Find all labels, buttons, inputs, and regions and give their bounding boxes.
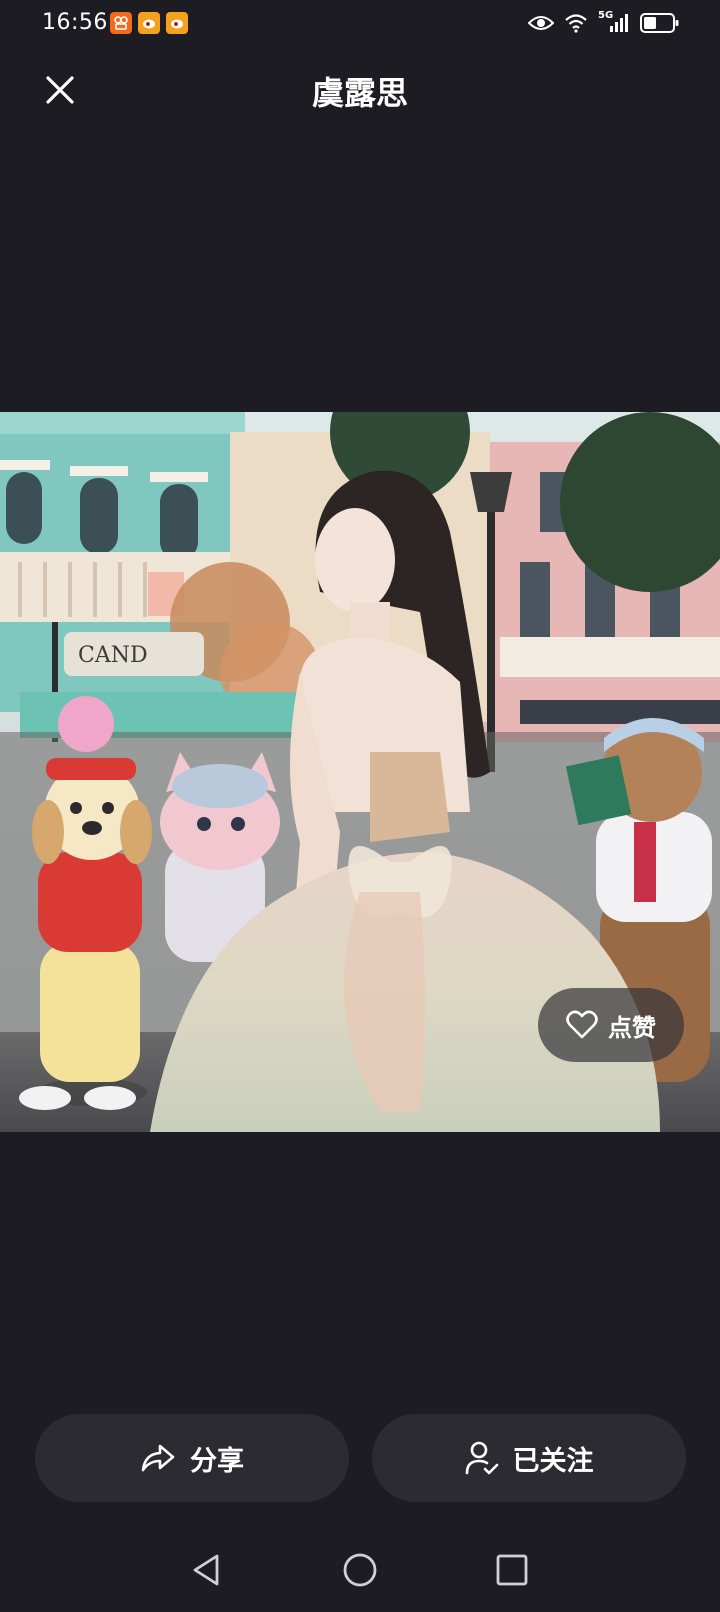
- follow-label: 已关注: [512, 1445, 594, 1477]
- share-icon: [141, 1444, 175, 1472]
- back-icon: [193, 1554, 219, 1586]
- status-time: 16:56: [42, 10, 108, 35]
- navigation-bar: [0, 1540, 720, 1600]
- signal-icon: 5G: [598, 10, 630, 34]
- storefront-sign: CAND: [78, 643, 148, 668]
- heart-icon: [566, 1010, 598, 1039]
- wifi-icon: [565, 14, 587, 33]
- follow-button[interactable]: 已关注: [372, 1414, 686, 1502]
- status-bar: 16:56 5G: [0, 0, 720, 48]
- weibo-app-icon: [138, 12, 160, 34]
- page-title: 虞露思: [311, 74, 408, 112]
- recents-icon: [496, 1554, 528, 1586]
- weibo-app-icon: [166, 12, 188, 34]
- battery-icon: [640, 13, 679, 33]
- like-button[interactable]: 点赞: [538, 988, 684, 1062]
- back-button[interactable]: [184, 1548, 228, 1592]
- photo[interactable]: CAND 点赞: [0, 412, 720, 1132]
- share-label: 分享: [190, 1445, 244, 1477]
- user-check-icon: [465, 1441, 498, 1475]
- recents-button[interactable]: [490, 1548, 534, 1592]
- notification-icons: [110, 12, 188, 34]
- like-label: 点赞: [608, 1013, 656, 1042]
- eye-icon: [528, 16, 554, 30]
- status-right: 5G: [528, 10, 680, 34]
- share-button[interactable]: 分享: [35, 1414, 349, 1502]
- home-button[interactable]: [338, 1548, 382, 1592]
- home-icon: [343, 1553, 377, 1587]
- kuaishou-app-icon: [110, 12, 132, 34]
